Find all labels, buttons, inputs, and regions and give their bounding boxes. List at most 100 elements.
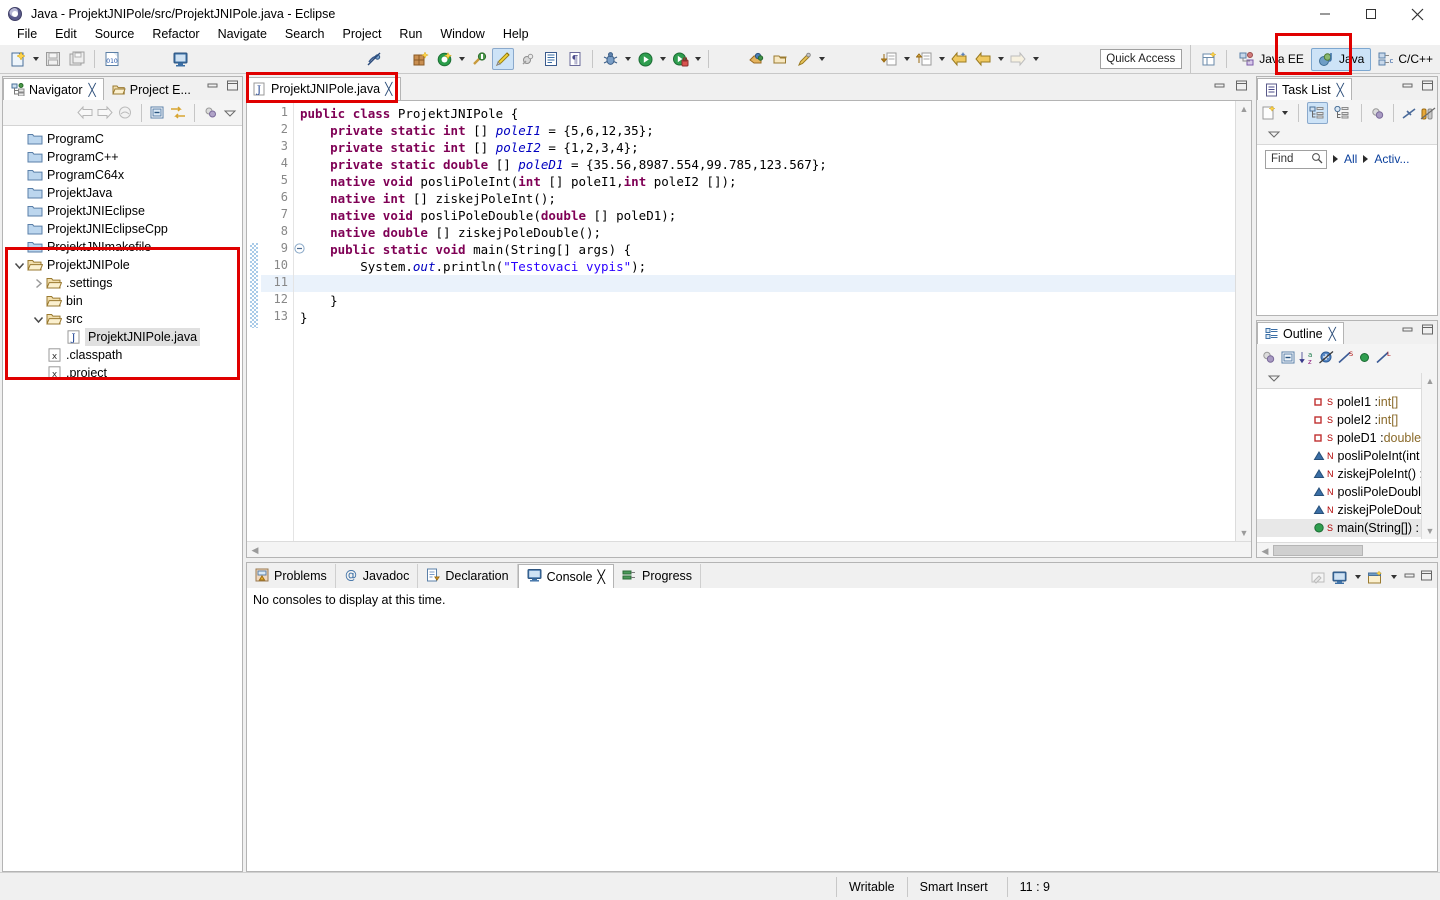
tree-item-projektjava[interactable]: ProjektJava xyxy=(3,184,242,202)
outline-horizontal-scrollbar[interactable]: ◀ ▶ xyxy=(1257,542,1437,557)
categorized-mode-icon[interactable] xyxy=(1307,102,1328,124)
forward-icon[interactable] xyxy=(96,105,114,120)
menu-help[interactable]: Help xyxy=(494,25,538,43)
hide-static-icon[interactable]: S xyxy=(1337,350,1354,365)
scroll-up-arrow-icon[interactable]: ▲ xyxy=(1236,101,1252,117)
minimize-icon[interactable] xyxy=(1401,80,1414,95)
forward-icon[interactable] xyxy=(1007,48,1029,70)
menu-refactor[interactable]: Refactor xyxy=(143,25,208,43)
focus-on-workweek-icon[interactable] xyxy=(1369,106,1386,121)
close-icon[interactable]: ╳ xyxy=(1329,327,1336,341)
editor-vertical-scrollbar[interactable]: ▲ ▼ xyxy=(1235,101,1251,541)
outline-item[interactable]: Smain(String[]) : xyxy=(1257,519,1437,537)
outline-item[interactable]: NziskejPoleInt() : xyxy=(1257,465,1437,483)
outline-vertical-scrollbar[interactable]: ▲ ▼ xyxy=(1421,373,1437,539)
code-editor[interactable]: 12345678910111213 public class ProjektJN… xyxy=(246,100,1252,558)
code-line[interactable]: public static void main(String[] args) { xyxy=(300,241,631,258)
quick-access-input[interactable]: Quick Access xyxy=(1100,49,1182,69)
tree-item-projektjnipole-java[interactable]: JProjektJNIPole.java xyxy=(3,328,242,346)
editor-tab-projektjnipole-java[interactable]: J ProjektJNIPole.java ╳ xyxy=(246,77,401,100)
close-icon[interactable]: ╳ xyxy=(89,83,96,97)
display-selected-console-icon[interactable] xyxy=(1331,570,1348,585)
tab-outline[interactable]: Outline ╳ xyxy=(1257,322,1344,344)
previous-annotation-icon[interactable] xyxy=(913,48,935,70)
tree-item-projektjnimakefile[interactable]: ProjektJNImakefile xyxy=(3,238,242,256)
minimize-icon[interactable] xyxy=(1401,324,1414,339)
code-line[interactable]: native double [] ziskejPoleDouble(); xyxy=(300,224,601,241)
scroll-down-arrow-icon[interactable]: ▼ xyxy=(1236,525,1252,541)
code-line[interactable]: System.out.println("Testovaci vypis"); xyxy=(300,258,646,275)
open-task-icon[interactable] xyxy=(769,48,791,70)
tree-item-projektjnieclipsecpp[interactable]: ProjektJNIEclipseCpp xyxy=(3,220,242,238)
save-icon[interactable] xyxy=(42,48,64,70)
tab-problems[interactable]: Problems xyxy=(247,564,336,588)
code-line[interactable]: private static int [] poleI2 = {1,2,3,4}… xyxy=(300,139,639,156)
outline-item[interactable]: SpoleI2 : int[] xyxy=(1257,411,1437,429)
open-perspective-icon[interactable] xyxy=(1198,48,1220,70)
code-line[interactable]: native void posliPoleInt(int [] poleI1,i… xyxy=(300,173,737,190)
open-type-hierarchy-icon[interactable] xyxy=(745,48,767,70)
menu-window[interactable]: Window xyxy=(431,25,493,43)
scheduled-mode-icon[interactable] xyxy=(1332,102,1353,124)
view-menu-icon[interactable] xyxy=(222,105,238,120)
back-dropdown-arrow-icon[interactable] xyxy=(995,49,1006,69)
new-task-icon[interactable] xyxy=(1261,105,1278,121)
maximize-icon[interactable] xyxy=(1235,80,1248,95)
tree-item-project[interactable]: x.project xyxy=(3,364,242,382)
tree-item-classpath[interactable]: x.classpath xyxy=(3,346,242,364)
tree-item-settings[interactable]: .settings xyxy=(3,274,242,292)
collapse-all-icon[interactable] xyxy=(149,105,167,120)
perspective-java[interactable]: Java xyxy=(1311,48,1371,71)
open-console-icon[interactable] xyxy=(1367,570,1384,585)
tab-declaration[interactable]: Declaration xyxy=(418,564,517,588)
hide-local-types-icon[interactable] xyxy=(1356,350,1373,365)
scroll-down-arrow-icon[interactable]: ▼ xyxy=(1422,523,1438,539)
perspective-java-ee[interactable]: Java EE xyxy=(1232,48,1311,71)
code-text[interactable]: public class ProjektJNIPole { private st… xyxy=(294,101,1235,541)
scroll-left-arrow-icon[interactable]: ◀ xyxy=(247,542,263,558)
dropdown-arrow-icon[interactable] xyxy=(1352,567,1363,587)
close-icon[interactable]: ╳ xyxy=(385,82,392,96)
console-dropdown-arrow-icon[interactable] xyxy=(1388,567,1399,587)
toggle-breadcrumb-icon[interactable]: ¶ xyxy=(564,48,586,70)
outline-item[interactable]: NziskejPoleDoub xyxy=(1257,501,1437,519)
tree-item-projektjnieclipse[interactable]: ProjektJNIEclipse xyxy=(3,202,242,220)
filter-all[interactable]: All xyxy=(1344,152,1357,166)
maximize-icon[interactable] xyxy=(1421,324,1434,339)
tree-item-projektjnipole[interactable]: ProjektJNIPole xyxy=(3,256,242,274)
search-icon[interactable] xyxy=(1311,152,1323,167)
synchronize-icon[interactable] xyxy=(1420,106,1437,121)
filter-activate-caret-icon[interactable] xyxy=(1363,155,1368,163)
menu-run[interactable]: Run xyxy=(390,25,431,43)
hide-non-public-icon[interactable] xyxy=(1318,350,1335,365)
chevron-down-icon[interactable] xyxy=(32,314,45,325)
menu-project[interactable]: Project xyxy=(334,25,391,43)
edit-icon[interactable] xyxy=(492,48,514,70)
code-line[interactable]: private static int [] poleI1 = {5,6,12,3… xyxy=(300,122,654,139)
tab-project-explorer[interactable]: Project E... xyxy=(104,78,199,100)
save-all-icon[interactable] xyxy=(66,48,88,70)
tab-task-list[interactable]: Task List ╳ xyxy=(1257,78,1352,100)
outline-item[interactable]: NposliPoleDoubl xyxy=(1257,483,1437,501)
code-line[interactable]: } xyxy=(300,309,308,326)
tab-javadoc[interactable]: @Javadoc xyxy=(336,564,419,588)
collapse-all-icon[interactable] xyxy=(1261,350,1278,365)
annotation-dropdown-arrow-icon[interactable] xyxy=(816,49,827,69)
new-annotation-icon[interactable] xyxy=(793,48,815,70)
back-icon[interactable] xyxy=(76,105,94,120)
tree-item-programc[interactable]: ProgramC xyxy=(3,130,242,148)
new-wizard-dropdown-arrow-icon[interactable] xyxy=(30,49,41,69)
chevron-down-icon[interactable] xyxy=(13,260,26,271)
tab-navigator[interactable]: Navigator ╳ xyxy=(3,78,104,100)
filter-all-caret-icon[interactable] xyxy=(1333,155,1338,163)
code-line[interactable]: native int [] ziskejPoleInt(); xyxy=(300,190,556,207)
minimize-icon[interactable] xyxy=(206,80,219,95)
new-package-icon[interactable] xyxy=(409,48,431,70)
dropdown-arrow-icon[interactable] xyxy=(1280,103,1291,123)
sort-icon[interactable]: az xyxy=(1299,350,1316,365)
run-icon[interactable] xyxy=(634,48,656,70)
previous-annotation-dropdown-arrow-icon[interactable] xyxy=(936,49,947,69)
console-output[interactable]: No consoles to display at this time. xyxy=(247,588,1437,871)
link-with-editor-icon[interactable] xyxy=(169,105,187,120)
next-annotation-icon[interactable] xyxy=(878,48,900,70)
